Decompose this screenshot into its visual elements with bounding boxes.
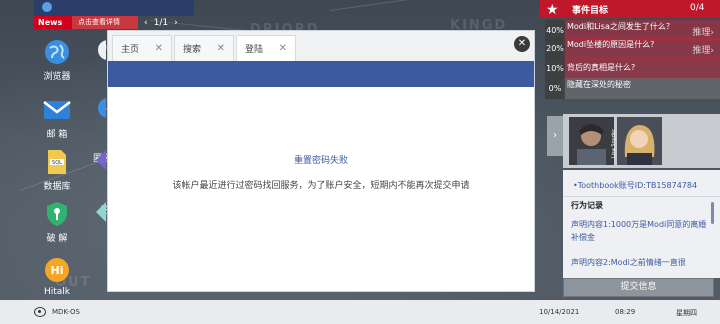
icon-label: Hitalk xyxy=(43,287,71,297)
news-page-indicator: 1/1 xyxy=(153,17,169,28)
task-percent: 0% xyxy=(545,78,565,99)
app-icon xyxy=(96,148,106,172)
close-icon[interactable]: ✕ xyxy=(155,43,163,54)
globe-icon xyxy=(42,2,52,12)
desktop-icon-hitalk[interactable]: Hi Hitalk xyxy=(32,256,82,297)
infer-button[interactable]: 推理› xyxy=(692,25,714,38)
window-close-button[interactable]: ✕ xyxy=(514,36,530,52)
account-panel: •Toothbook账号ID:TB15874784 行为记录 声明内容1:100… xyxy=(563,170,720,278)
svg-text:SQL: SQL xyxy=(52,160,62,166)
key-shield-icon xyxy=(43,200,71,228)
hi-chat-icon: Hi xyxy=(43,256,71,284)
desktop-icon-browser[interactable]: 浏览器 xyxy=(32,38,82,82)
news-top-strip xyxy=(34,0,194,16)
tab-label: 搜索 xyxy=(183,45,202,55)
tab-strip: 主页 ✕ 搜索 ✕ 登陆 ✕ ✕ xyxy=(108,31,534,61)
os-name: MDK-OS xyxy=(52,308,80,316)
taskbar: MDK-OS 10/14/2021 08:29 星期四 xyxy=(0,300,720,324)
divider xyxy=(563,196,720,197)
desktop-icon-crack[interactable]: 破 解 xyxy=(32,200,82,244)
weekday: 星期四 xyxy=(676,309,697,317)
news-bar[interactable]: News 点击查看详情 ‹ 1/1 › xyxy=(34,16,194,29)
task-panel-title: 事件目标 xyxy=(572,6,609,16)
submit-info-button[interactable]: 提交信息 xyxy=(563,278,714,297)
globe-icon xyxy=(43,38,71,66)
eye-logo-icon[interactable] xyxy=(34,307,46,317)
account-id[interactable]: •Toothbook账号ID:TB15874784 xyxy=(573,180,697,191)
icon-label: 数据库 xyxy=(43,182,71,192)
news-link[interactable]: 点击查看详情 xyxy=(72,16,138,29)
record-item[interactable]: 声明内容2:Modi之前情绪一直很 xyxy=(571,256,711,269)
icon-label: 浏览器 xyxy=(43,72,71,82)
star-icon: ★ xyxy=(546,2,559,18)
browser-window: 主页 ✕ 搜索 ✕ 登陆 ✕ ✕ 重置密码失败 该帐户最近进行过密码找回服务，为… xyxy=(107,30,535,292)
tab-search[interactable]: 搜索 ✕ xyxy=(174,35,234,61)
chevron-left-icon[interactable]: ‹ xyxy=(144,18,148,28)
task-item[interactable]: 0% 隐藏在深处的秘密 xyxy=(545,78,720,99)
avatar[interactable] xyxy=(617,117,662,165)
task-text: Modi和Lisa之间发生了什么？ xyxy=(567,22,674,31)
app-icon xyxy=(96,38,106,62)
task-text: Modi坠楼的原因是什么? xyxy=(567,40,655,49)
tab-home[interactable]: 主页 ✕ xyxy=(112,35,172,61)
news-tag: News xyxy=(34,16,72,29)
date: 10/14/2021 xyxy=(539,308,580,316)
avatar[interactable] xyxy=(569,117,614,165)
infer-button[interactable]: 推理› xyxy=(692,43,714,56)
time: 08:29 xyxy=(615,308,636,316)
panel-toggle-handle[interactable]: › xyxy=(547,116,563,156)
task-text: 背后的真相是什么? xyxy=(567,63,636,72)
task-item[interactable]: 10% 背后的真相是什么? xyxy=(545,58,720,79)
tab-login[interactable]: 登陆 ✕ xyxy=(236,35,296,61)
sql-database-icon: SQL xyxy=(43,148,71,176)
mail-icon xyxy=(43,96,71,124)
task-text: 隐藏在深处的秘密 xyxy=(567,80,631,89)
task-percent: 20% xyxy=(545,38,565,59)
desktop-icon-mail[interactable]: 邮 箱 xyxy=(32,96,82,140)
record-item[interactable]: 声明内容1:1000万是Modi同意的离婚补偿金 xyxy=(571,218,711,244)
icon-label: 邮 箱 xyxy=(46,130,68,140)
task-item[interactable]: 20% Modi坠楼的原因是什么? 推理› xyxy=(545,38,720,59)
scrollbar[interactable] xyxy=(711,202,714,224)
task-percent: 10% xyxy=(545,58,565,79)
tab-label: 主页 xyxy=(121,45,140,55)
task-progress-count: 0/4 xyxy=(690,3,705,13)
error-message: 该帐户最近进行过密码找回服务，为了账户安全，短期内不能再次提交申请 xyxy=(172,181,470,191)
chevron-right-icon[interactable]: › xyxy=(174,18,178,28)
close-icon[interactable]: ✕ xyxy=(279,43,287,54)
desktop-icon-database[interactable]: SQL 数据库 xyxy=(32,148,82,192)
icon-label: 破 解 xyxy=(46,234,68,244)
map-line xyxy=(329,0,548,11)
error-title: 重置密码失败 xyxy=(293,156,348,166)
tab-label: 登陆 xyxy=(245,45,264,55)
avatar-name-tag: Lisa Snyder xyxy=(611,128,617,158)
address-bar xyxy=(108,61,534,87)
profile-card: Lisa Snyder xyxy=(563,114,720,168)
svg-text:Hi: Hi xyxy=(51,264,64,277)
app-icon xyxy=(96,96,106,120)
app-icon xyxy=(96,200,106,224)
news-pager: ‹ 1/1 › xyxy=(144,18,178,28)
records-title: 行为记录 xyxy=(571,201,603,210)
close-icon[interactable]: ✕ xyxy=(217,43,225,54)
